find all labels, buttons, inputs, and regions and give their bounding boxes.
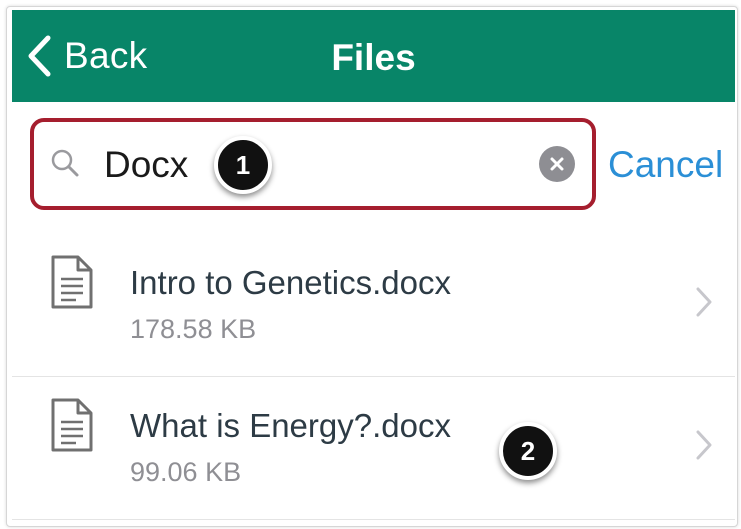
file-list: Intro to Genetics.docx 178.58 KB What is…	[12, 234, 735, 520]
list-item[interactable]: What is Energy?.docx 99.06 KB	[12, 377, 735, 520]
document-icon	[51, 398, 93, 452]
callout-badge-1: 1	[214, 136, 272, 194]
cancel-button[interactable]: Cancel	[608, 144, 723, 186]
list-item[interactable]: Intro to Genetics.docx 178.58 KB	[12, 234, 735, 377]
file-size: 178.58 KB	[130, 314, 257, 344]
navigation-bar: Back Files	[12, 10, 735, 102]
search-row: Docx Cancel	[12, 114, 735, 214]
search-value: Docx	[104, 144, 189, 185]
chevron-right-icon	[696, 287, 712, 317]
file-name: What is Energy?.docx	[130, 407, 451, 444]
document-icon	[51, 255, 93, 309]
search-icon	[51, 149, 79, 177]
chevron-right-icon	[696, 430, 712, 460]
clear-search-button[interactable]	[539, 146, 575, 182]
page-title: Files	[331, 37, 416, 78]
file-name: Intro to Genetics.docx	[130, 264, 451, 301]
search-input[interactable]: Docx	[42, 132, 584, 196]
callout-badge-2: 2	[499, 422, 557, 480]
file-size: 99.06 KB	[130, 457, 242, 487]
clear-circle-icon	[550, 157, 564, 171]
